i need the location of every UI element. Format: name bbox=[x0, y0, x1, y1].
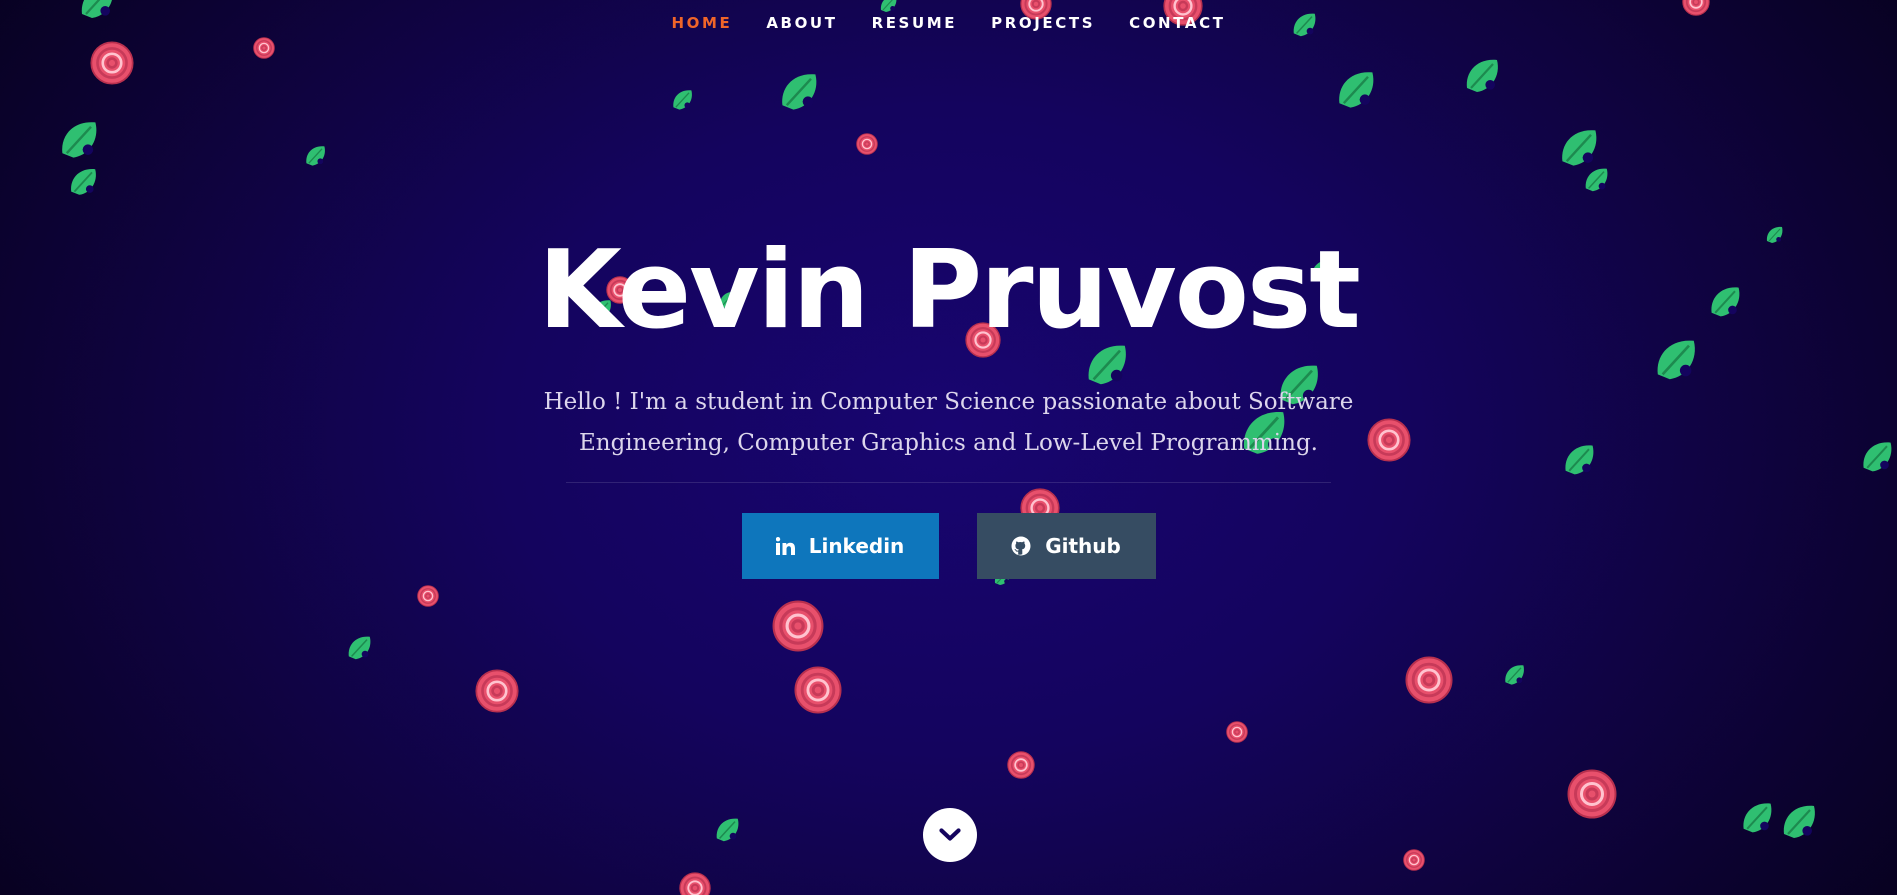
hero-title: Kevin Pruvost bbox=[538, 228, 1361, 353]
nav-item-resume[interactable]: RESUME bbox=[872, 14, 958, 32]
rose-icon bbox=[772, 600, 824, 652]
leaf-icon bbox=[782, 74, 817, 110]
rose-icon bbox=[1405, 656, 1453, 704]
leaf-icon bbox=[348, 636, 371, 660]
leaf-icon bbox=[62, 122, 97, 158]
leaf-icon bbox=[71, 169, 96, 195]
leaf-icon bbox=[716, 818, 739, 842]
linkedin-button[interactable]: Linkedin bbox=[741, 513, 939, 579]
leaf-icon bbox=[1783, 805, 1815, 838]
nav-item-contact[interactable]: CONTACT bbox=[1129, 14, 1225, 32]
rose-icon bbox=[90, 41, 134, 85]
nav-item-projects[interactable]: PROJECTS bbox=[991, 14, 1095, 32]
leaf-icon bbox=[1505, 665, 1524, 685]
leaf-icon bbox=[1466, 59, 1498, 92]
linkedin-label: Linkedin bbox=[808, 534, 905, 558]
rose-icon bbox=[1007, 751, 1035, 779]
nav-item-about[interactable]: ABOUT bbox=[766, 14, 837, 32]
github-label: Github bbox=[1045, 534, 1121, 558]
hero-section: Kevin Pruvost Hello ! I'm a student in C… bbox=[0, 222, 1897, 579]
leaf-icon bbox=[1585, 168, 1608, 192]
rose-icon bbox=[679, 872, 711, 895]
hero-tagline: Hello ! I'm a student in Computer Scienc… bbox=[543, 389, 1354, 456]
leaf-icon bbox=[1339, 72, 1374, 108]
leaf-icon bbox=[1562, 130, 1597, 166]
hero-divider bbox=[566, 482, 1331, 483]
rose-icon bbox=[475, 669, 519, 713]
rose-icon bbox=[1403, 849, 1425, 871]
github-icon bbox=[1011, 536, 1031, 556]
social-buttons: Linkedin Github bbox=[0, 513, 1897, 579]
nav-item-home[interactable]: HOME bbox=[671, 14, 732, 32]
rose-icon bbox=[794, 666, 842, 714]
main-nav: HOME ABOUT RESUME PROJECTS CONTACT bbox=[0, 0, 1897, 46]
rose-icon bbox=[1567, 769, 1617, 819]
chevron-down-icon bbox=[939, 827, 961, 843]
leaf-icon bbox=[306, 146, 325, 166]
linkedin-icon bbox=[775, 537, 795, 555]
github-button[interactable]: Github bbox=[976, 513, 1156, 579]
leaf-icon bbox=[673, 90, 692, 110]
leaf-icon bbox=[1743, 803, 1772, 833]
rose-icon bbox=[417, 585, 439, 607]
rose-icon bbox=[1226, 721, 1248, 743]
scroll-down-button[interactable] bbox=[923, 808, 977, 862]
rose-icon bbox=[856, 133, 878, 155]
